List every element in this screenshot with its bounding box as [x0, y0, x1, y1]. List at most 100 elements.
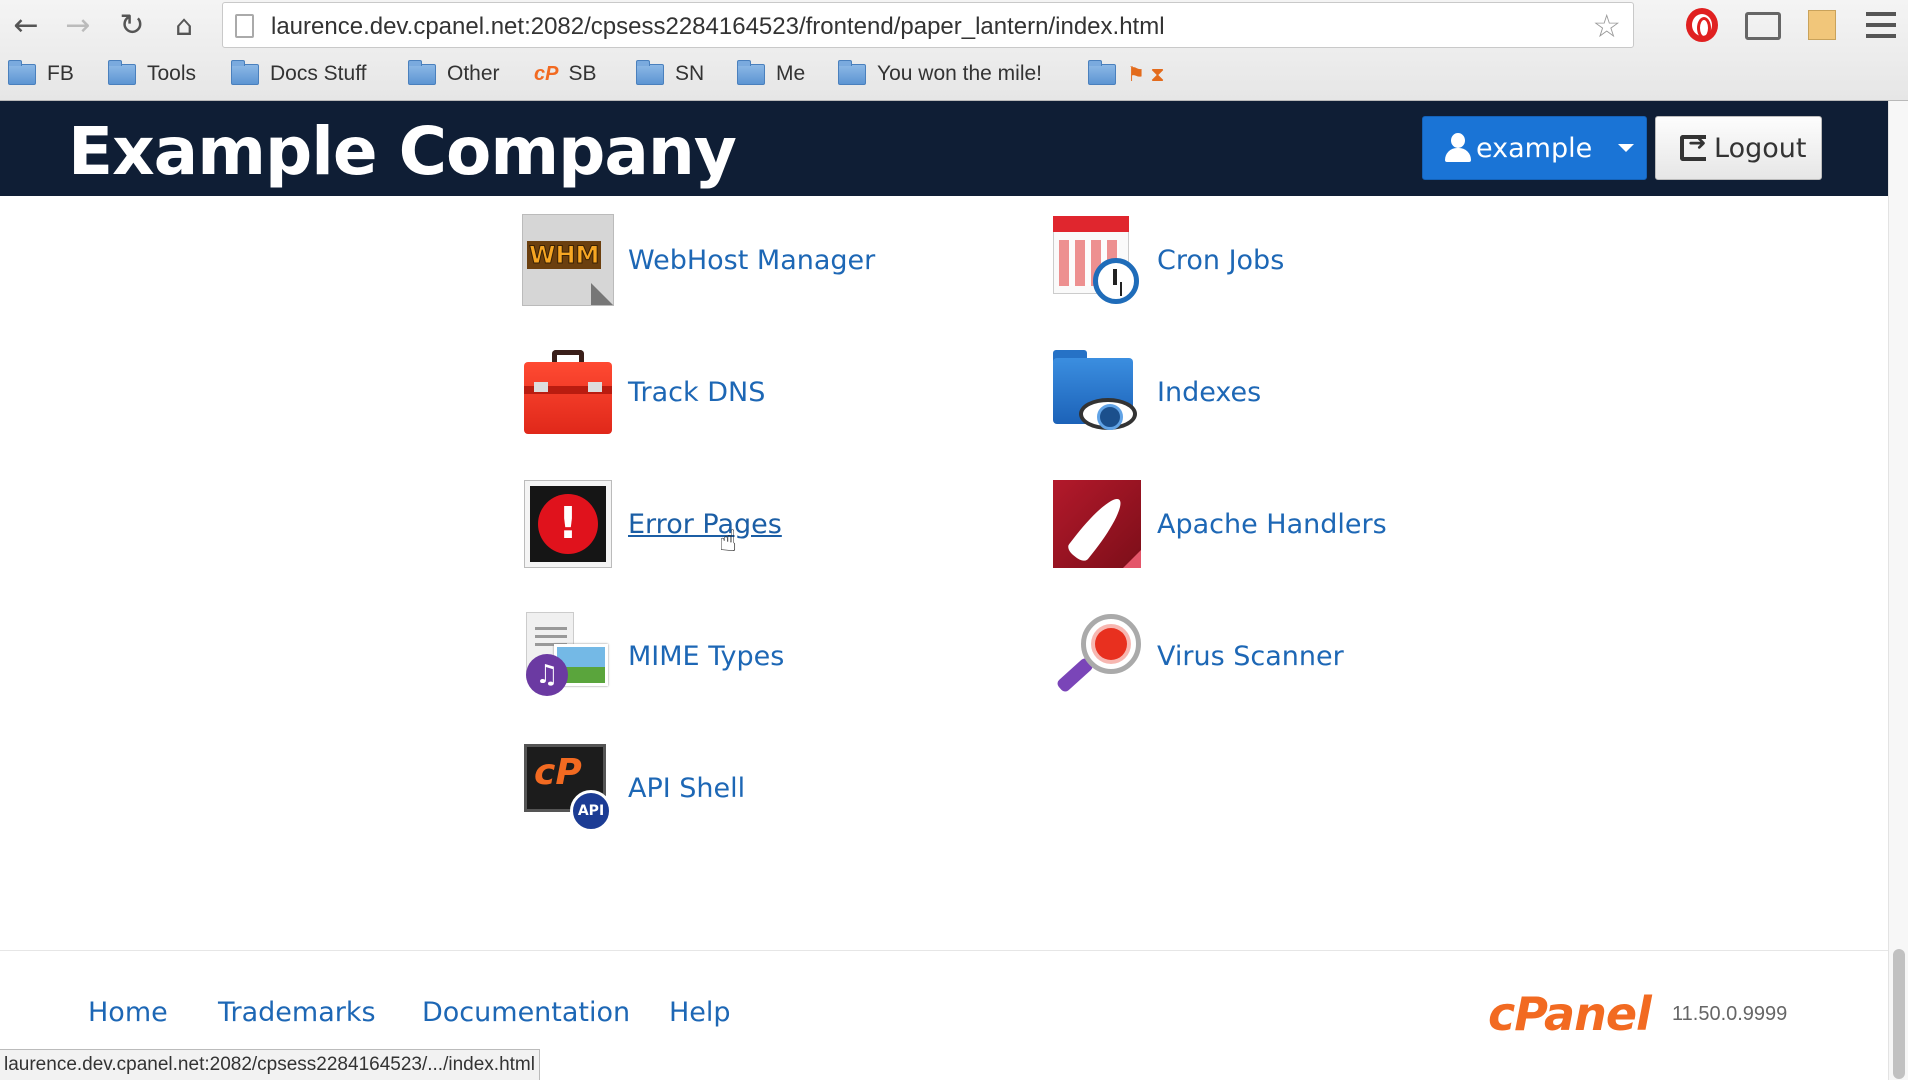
cpanel-header: Example Company example Logout [0, 101, 1888, 196]
folder-icon [1088, 60, 1116, 85]
feature-label[interactable]: Cron Jobs [1157, 245, 1284, 276]
calendar-clock-icon [1051, 214, 1143, 306]
feature-api-shell[interactable]: cP API API Shell [522, 742, 745, 834]
toolbox-icon [522, 346, 614, 438]
bookmark-me[interactable]: Me [737, 59, 806, 86]
cpanel-logo: cPanel [1488, 987, 1652, 1041]
toolbox-latch [588, 382, 602, 392]
bookmark-label: SN [675, 62, 705, 85]
feature-cron-jobs[interactable]: Cron Jobs [1051, 214, 1284, 306]
page-curl [1123, 550, 1141, 568]
scrollbar-thumb[interactable] [1893, 949, 1905, 1079]
back-arrow-icon[interactable]: ← [6, 6, 46, 44]
bookmark-label: You won the mile! [877, 62, 1042, 85]
address-url[interactable]: laurence.dev.cpanel.net:2082/cpsess22841… [271, 13, 1165, 41]
cpanel-icon: cP [534, 62, 559, 85]
folder-icon [231, 59, 259, 85]
folder-icon [737, 59, 765, 85]
clock-icon [1093, 258, 1139, 304]
browser-toolbar: ← → ↻ ⌂ laurence.dev.cpanel.net:2082/cps… [0, 0, 1908, 101]
extension-icons[interactable]: ⚑ ⧗ [1127, 62, 1165, 87]
virus-bug [1095, 628, 1127, 660]
company-name: Example Company [68, 113, 737, 190]
bookmark-label: Docs Stuff [270, 62, 367, 85]
bookmark-other[interactable]: Other [408, 59, 500, 86]
exclamation-icon: ! [538, 494, 598, 554]
home-icon[interactable]: ⌂ [164, 6, 204, 44]
vertical-scrollbar[interactable] [1888, 101, 1908, 1080]
toolbox-latch [534, 382, 548, 392]
feature-label[interactable]: API Shell [628, 773, 745, 804]
extension-icon[interactable] [1808, 10, 1836, 40]
user-icon [1444, 132, 1472, 164]
folder-icon [108, 59, 136, 85]
eye-icon [1079, 398, 1137, 430]
bookmark-fb[interactable]: FB [8, 59, 74, 86]
feature-error-pages[interactable]: ! Error Pages [522, 478, 782, 570]
address-bar[interactable]: laurence.dev.cpanel.net:2082/cpsess22841… [222, 2, 1634, 48]
api-badge: API [570, 790, 612, 832]
folder-icon [408, 59, 436, 85]
bookmark-label: Other [447, 62, 500, 85]
footer-link-home[interactable]: Home [88, 997, 168, 1028]
logout-label: Logout [1714, 132, 1807, 164]
footer-link-help[interactable]: Help [669, 997, 731, 1028]
caret-down-icon [1618, 144, 1635, 152]
magnifier-bug-icon [1051, 610, 1143, 702]
browser-menu-icon[interactable] [1866, 12, 1896, 38]
folder-icon [8, 59, 36, 85]
user-label: example [1476, 132, 1593, 164]
opera-extension-icon[interactable] [1686, 8, 1718, 42]
folder-icon [636, 59, 664, 85]
feature-label[interactable]: Error Pages [628, 509, 782, 540]
bookmark-sn[interactable]: SN [636, 59, 705, 86]
folder-eye-icon [1051, 346, 1143, 438]
version-label: 11.50.0.9999 [1672, 1003, 1788, 1025]
logout-button[interactable]: Logout [1655, 116, 1822, 180]
logout-icon [1680, 131, 1706, 161]
bookmark-folder[interactable]: ⚑ ⧗ [1088, 60, 1165, 87]
hand-cursor-icon: ☝ [719, 524, 738, 559]
feature-label[interactable]: Indexes [1157, 377, 1261, 408]
api-shell-icon: cP API [522, 742, 614, 834]
reload-icon[interactable]: ↻ [112, 6, 152, 44]
whm-icon: WHM [522, 214, 614, 306]
feature-apache-handlers[interactable]: Apache Handlers [1051, 478, 1387, 570]
bookmark-label: Me [776, 62, 806, 85]
toolbox-body [524, 362, 612, 434]
folder-icon [838, 59, 866, 85]
calendar-header [1053, 216, 1129, 232]
music-note-icon: ♫ [526, 654, 568, 696]
whm-logo-text: WHM [527, 241, 602, 270]
bookmark-you-won-the-mile[interactable]: You won the mile! [838, 59, 1042, 86]
feature-indexes[interactable]: Indexes [1051, 346, 1261, 438]
page-icon [235, 14, 254, 38]
feature-label[interactable]: WebHost Manager [628, 245, 875, 276]
footer-link-documentation[interactable]: Documentation [422, 997, 630, 1028]
cast-icon[interactable] [1745, 12, 1781, 40]
footer-link-trademarks[interactable]: Trademarks [218, 997, 376, 1028]
forward-arrow-icon[interactable]: → [58, 6, 98, 44]
page-fold [591, 283, 613, 305]
bookmark-sb[interactable]: cP SB [534, 62, 596, 86]
bookmark-label: SB [568, 62, 597, 85]
feature-label[interactable]: Track DNS [628, 377, 765, 408]
bookmarks-bar: FB Tools Docs Stuff Other cP SB SN Me Yo [0, 56, 1908, 96]
feature-webhost-manager[interactable]: WHM WebHost Manager [522, 214, 875, 306]
feature-virus-scanner[interactable]: Virus Scanner [1051, 610, 1344, 702]
bookmark-label: FB [47, 62, 74, 85]
bookmark-label: Tools [147, 62, 197, 85]
feature-track-dns[interactable]: Track DNS [522, 346, 765, 438]
user-menu-button[interactable]: example [1422, 116, 1647, 180]
bookmark-star-icon[interactable]: ☆ [1592, 7, 1621, 45]
feature-label[interactable]: Virus Scanner [1157, 641, 1344, 672]
feature-label[interactable]: MIME Types [628, 641, 784, 672]
feature-mime-types[interactable]: ♫ MIME Types [522, 610, 784, 702]
mime-icon: ♫ [522, 610, 614, 702]
feature-label[interactable]: Apache Handlers [1157, 509, 1387, 540]
feather-icon [1051, 478, 1143, 570]
status-bar-url: laurence.dev.cpanel.net:2082/cpsess22841… [0, 1049, 540, 1080]
bookmark-tools[interactable]: Tools [108, 59, 197, 86]
bookmark-docs-stuff[interactable]: Docs Stuff [231, 59, 367, 86]
error-icon: ! [522, 478, 614, 570]
